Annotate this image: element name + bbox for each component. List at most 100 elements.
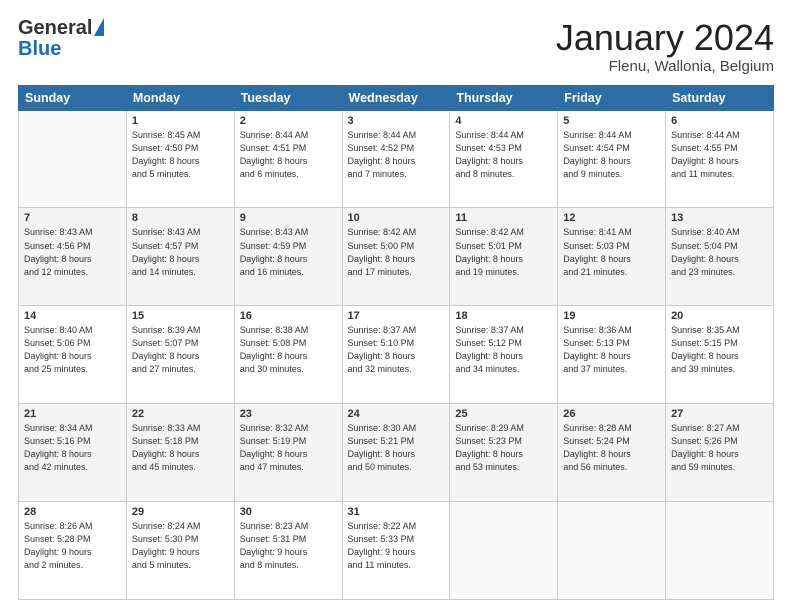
calendar-day-5: 5Sunrise: 8:44 AMSunset: 4:54 PMDaylight… <box>558 110 666 208</box>
calendar-day-25: 25 Sunrise: 8:29 AMSunset: 5:23 PMDayligh… <box>450 404 558 502</box>
day-detail-continuation: and 6 minutes. <box>240 169 299 179</box>
calendar-day-29: 29Sunrise: 8:24 AMSunset: 5:30 PMDayligh… <box>126 502 234 600</box>
day-detail-continuation: and 34 minutes. <box>455 364 519 374</box>
day-number: 28 <box>24 506 121 518</box>
calendar-header-thursday: Thursday <box>450 85 558 110</box>
calendar-header-friday: Friday <box>558 85 666 110</box>
sunset-info: Sunset: 5:18 PM <box>132 436 199 446</box>
daylight-hours-label: Daylight: 8 hours <box>24 254 92 264</box>
sunset-info: Sunset: 5:06 PM <box>24 338 91 348</box>
daylight-hours-label: Daylight: 8 hours <box>24 449 92 459</box>
day-detail-continuation: and 45 minutes. <box>132 462 196 472</box>
day-number: 13 <box>671 212 768 224</box>
sunset-info: Sunset: 5:03 PM <box>563 241 630 251</box>
sunrise-info: Sunrise: 8:39 AM <box>132 325 201 335</box>
calendar-day-13: 13Sunrise: 8:40 AMSunset: 5:04 PMDayligh… <box>666 208 774 306</box>
calendar-day-16: 16Sunrise: 8:38 AMSunset: 5:08 PMDayligh… <box>234 306 342 404</box>
sunrise-info: Sunrise: 8:34 AM <box>24 423 93 433</box>
day-number: 30 <box>240 506 337 518</box>
calendar-day-3: 3Sunrise: 8:44 AMSunset: 4:52 PMDaylight… <box>342 110 450 208</box>
day-detail-continuation: and 56 minutes. <box>563 462 627 472</box>
calendar-day-21: 21Sunrise: 8:34 AMSunset: 5:16 PMDayligh… <box>19 404 127 502</box>
day-number: 24 <box>348 408 445 420</box>
calendar-empty-cell <box>666 502 774 600</box>
sunset-info: Sunset: 4:59 PM <box>240 241 307 251</box>
day-detail: Sunrise: 8:35 AMSunset: 5:15 PMDaylight:… <box>671 324 768 376</box>
calendar-empty-cell <box>558 502 666 600</box>
day-detail-continuation: and 8 minutes. <box>240 560 299 570</box>
calendar-week-row: 21Sunrise: 8:34 AMSunset: 5:16 PMDayligh… <box>19 404 774 502</box>
calendar-day-8: 8Sunrise: 8:43 AMSunset: 4:57 PMDaylight… <box>126 208 234 306</box>
calendar-day-18: 18 Sunrise: 8:37 AMSunset: 5:12 PMDayligh… <box>450 306 558 404</box>
day-detail-continuation: and 50 minutes. <box>348 462 412 472</box>
daylight-hours-label: Daylight: 8 hours <box>132 351 200 361</box>
day-number: 18 <box>455 310 552 322</box>
daylight-hours-label: Daylight: 8 hours <box>132 449 200 459</box>
sunrise-info: Sunrise: 8:27 AM <box>671 423 740 433</box>
calendar-day-11: 11Sunrise: 8:42 AMSunset: 5:01 PMDayligh… <box>450 208 558 306</box>
day-detail-continuation: and 16 minutes. <box>240 267 304 277</box>
day-number: 2 <box>240 115 337 127</box>
day-number: 14 <box>24 310 121 322</box>
sunset-info: Sunset: 5:12 PM <box>455 338 522 348</box>
sunrise-info: Sunrise: 8:44 AM <box>455 130 524 140</box>
calendar-day-10: 10Sunrise: 8:42 AMSunset: 5:00 PMDayligh… <box>342 208 450 306</box>
sunset-info: Sunset: 5:30 PM <box>132 534 199 544</box>
sunrise-info: Sunrise: 8:23 AM <box>240 521 309 531</box>
sunset-info: Sunset: 5:10 PM <box>348 338 415 348</box>
sunrise-info: Sunrise: 8:35 AM <box>671 325 740 335</box>
calendar-header-row: SundayMondayTuesdayWednesdayThursdayFrid… <box>19 85 774 110</box>
sunrise-info: Sunrise: 8:24 AM <box>132 521 201 531</box>
sunrise-info: Sunrise: 8:26 AM <box>24 521 93 531</box>
day-detail: Sunrise: 8:29 AMSunset: 5:23 PMDaylight:… <box>455 422 552 474</box>
sunrise-info: Sunrise: 8:37 AM <box>348 325 417 335</box>
day-number: 15 <box>132 310 229 322</box>
day-detail: Sunrise: 8:45 AMSunset: 4:50 PMDaylight:… <box>132 129 229 181</box>
day-detail: Sunrise: 8:41 AMSunset: 5:03 PMDaylight:… <box>563 226 660 278</box>
day-number: 17 <box>348 310 445 322</box>
daylight-hours-label: Daylight: 8 hours <box>240 254 308 264</box>
day-detail: Sunrise: 8:26 AM Sunset: 5:28 PM Daylight:… <box>24 520 121 572</box>
daylight-hours-label: Daylight: 8 hours <box>240 156 308 166</box>
day-detail: Sunrise: 8:44 AMSunset: 4:54 PMDaylight:… <box>563 129 660 181</box>
day-detail-continuation: and 59 minutes. <box>671 462 735 472</box>
day-number: 16 <box>240 310 337 322</box>
sunset-info: Sunset: 5:00 PM <box>348 241 415 251</box>
day-detail: Sunrise: 8:37 AMSunset: 5:12 PMDaylight:… <box>455 324 552 376</box>
calendar-day-2: 2Sunrise: 8:44 AMSunset: 4:51 PMDaylight… <box>234 110 342 208</box>
daylight-hours-label: Daylight: 8 hours <box>240 351 308 361</box>
calendar-header-wednesday: Wednesday <box>342 85 450 110</box>
calendar-day-24: 24 Sunrise: 8:30 AMSunset: 5:21 PMDayligh… <box>342 404 450 502</box>
day-detail-continuation: and 30 minutes. <box>240 364 304 374</box>
calendar-day-31: 31Sunrise: 8:22 AMSunset: 5:33 PMDayligh… <box>342 502 450 600</box>
sunrise-info: Sunrise: 8:44 AM <box>563 130 632 140</box>
sunset-info: Sunset: 5:28 PM <box>24 534 91 544</box>
calendar-day-28: 28 Sunrise: 8:26 AM Sunset: 5:28 PM Dayligh… <box>19 502 127 600</box>
day-number: 6 <box>671 115 768 127</box>
daylight-hours-label: Daylight: 9 hours <box>24 547 92 557</box>
day-detail: Sunrise: 8:23 AMSunset: 5:31 PMDaylight:… <box>240 520 337 572</box>
calendar-day-30: 30 Sunrise: 8:23 AMSunset: 5:31 PMDayligh… <box>234 502 342 600</box>
day-number: 29 <box>132 506 229 518</box>
day-detail: Sunrise: 8:22 AMSunset: 5:33 PMDaylight:… <box>348 520 445 572</box>
sunset-info: Sunset: 4:52 PM <box>348 143 415 153</box>
calendar-day-27: 27Sunrise: 8:27 AMSunset: 5:26 PMDayligh… <box>666 404 774 502</box>
sunrise-info: Sunrise: 8:22 AM <box>348 521 417 531</box>
daylight-hours-label: Daylight: 8 hours <box>348 156 416 166</box>
sunrise-info: Sunrise: 8:40 AM <box>671 227 740 237</box>
sunset-info: Sunset: 4:51 PM <box>240 143 307 153</box>
calendar-week-row: 14Sunrise: 8:40 AMSunset: 5:06 PMDayligh… <box>19 306 774 404</box>
day-detail-continuation: and 12 minutes. <box>24 267 88 277</box>
logo: General Blue <box>18 18 104 61</box>
sunrise-info: Sunrise: 8:33 AM <box>132 423 201 433</box>
day-number: 25 <box>455 408 552 420</box>
day-detail-continuation: and 23 minutes. <box>671 267 735 277</box>
daylight-hours-label: Daylight: 8 hours <box>455 449 523 459</box>
day-detail: Sunrise: 8:34 AMSunset: 5:16 PMDaylight:… <box>24 422 121 474</box>
calendar-day-17: 17Sunrise: 8:37 AMSunset: 5:10 PMDayligh… <box>342 306 450 404</box>
day-detail: Sunrise: 8:30 AMSunset: 5:21 PMDaylight:… <box>348 422 445 474</box>
sunset-info: Sunset: 5:08 PM <box>240 338 307 348</box>
calendar-header-sunday: Sunday <box>19 85 127 110</box>
day-detail: Sunrise: 8:36 AMSunset: 5:13 PMDaylight:… <box>563 324 660 376</box>
day-detail: Sunrise: 8:42 AMSunset: 5:00 PMDaylight:… <box>348 226 445 278</box>
